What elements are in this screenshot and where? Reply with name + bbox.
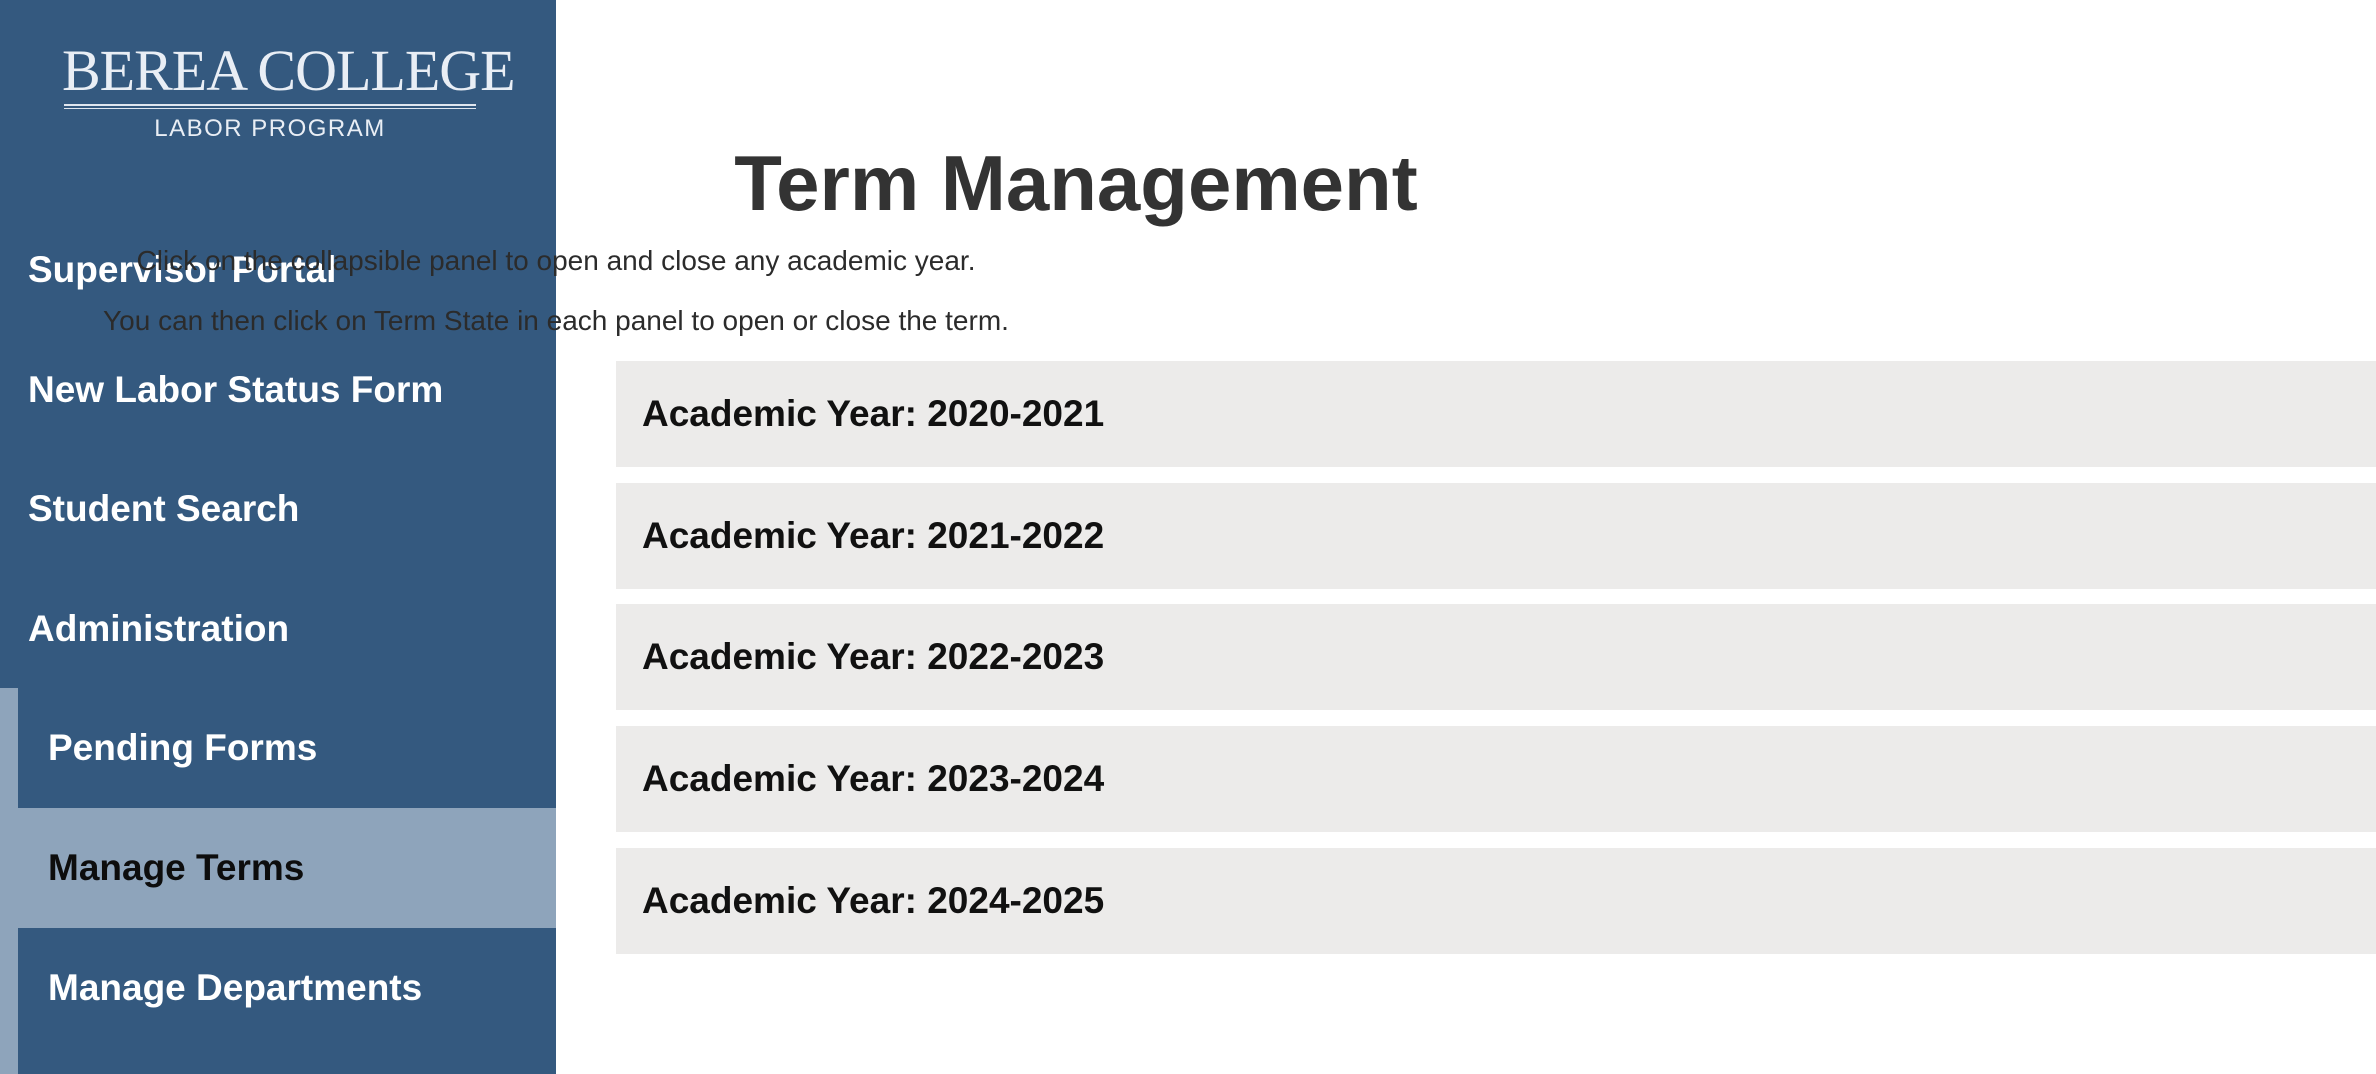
nav-label: Administration	[28, 608, 290, 649]
panel-heading: Academic Year: 2022-2023	[642, 636, 1105, 677]
app: BEREA COLLEGE LABOR PROGRAM Supervisor P…	[0, 0, 2376, 1074]
academic-year-panel-2020-2021[interactable]: Academic Year: 2020-2021	[616, 361, 2376, 467]
instruction-text-2: You can then click on Term State in each…	[103, 305, 1009, 336]
panel-heading: Academic Year: 2024-2025	[642, 880, 1105, 921]
nav-label: New Labor Status Form	[28, 369, 444, 410]
nav-administration[interactable]: Administration	[0, 569, 556, 689]
academic-year-panel-2024-2025[interactable]: Academic Year: 2024-2025	[616, 848, 2376, 954]
instruction-text-1: Click on the collapsible panel to open a…	[136, 245, 976, 276]
panel-heading: Academic Year: 2023-2024	[642, 758, 1105, 799]
academic-year-panel-2021-2022[interactable]: Academic Year: 2021-2022	[616, 483, 2376, 589]
academic-year-panel-2022-2023[interactable]: Academic Year: 2022-2023	[616, 604, 2376, 710]
nav-pending-forms[interactable]: Pending Forms	[18, 688, 556, 808]
nav-new-labor-status-form[interactable]: New Labor Status Form	[0, 330, 556, 450]
nav-label: Manage Departments	[48, 967, 423, 1008]
nav-label: Student Search	[28, 488, 300, 529]
logo-title: BEREA COLLEGE	[62, 38, 516, 103]
nav-student-search[interactable]: Student Search	[0, 449, 556, 569]
academic-year-panel-2023-2024[interactable]: Academic Year: 2023-2024	[616, 726, 2376, 832]
nav-manage-terms[interactable]: Manage Terms	[18, 808, 556, 928]
berea-college-logo[interactable]: BEREA COLLEGE LABOR PROGRAM	[62, 38, 516, 143]
nav-label: Manage Terms	[48, 847, 305, 888]
panel-heading: Academic Year: 2020-2021	[642, 393, 1105, 434]
nav-manage-departments[interactable]: Manage Departments	[18, 928, 556, 1048]
logo-divider	[64, 104, 476, 109]
nav-label: Pending Forms	[48, 727, 318, 768]
main-content: Term Management Click on the collapsible…	[103, 0, 2376, 1074]
panel-heading: Academic Year: 2021-2022	[642, 515, 1105, 556]
page-title: Term Management	[734, 139, 1418, 227]
administration-submenu: Pending Forms Manage Terms Manage Depart…	[0, 688, 556, 1074]
